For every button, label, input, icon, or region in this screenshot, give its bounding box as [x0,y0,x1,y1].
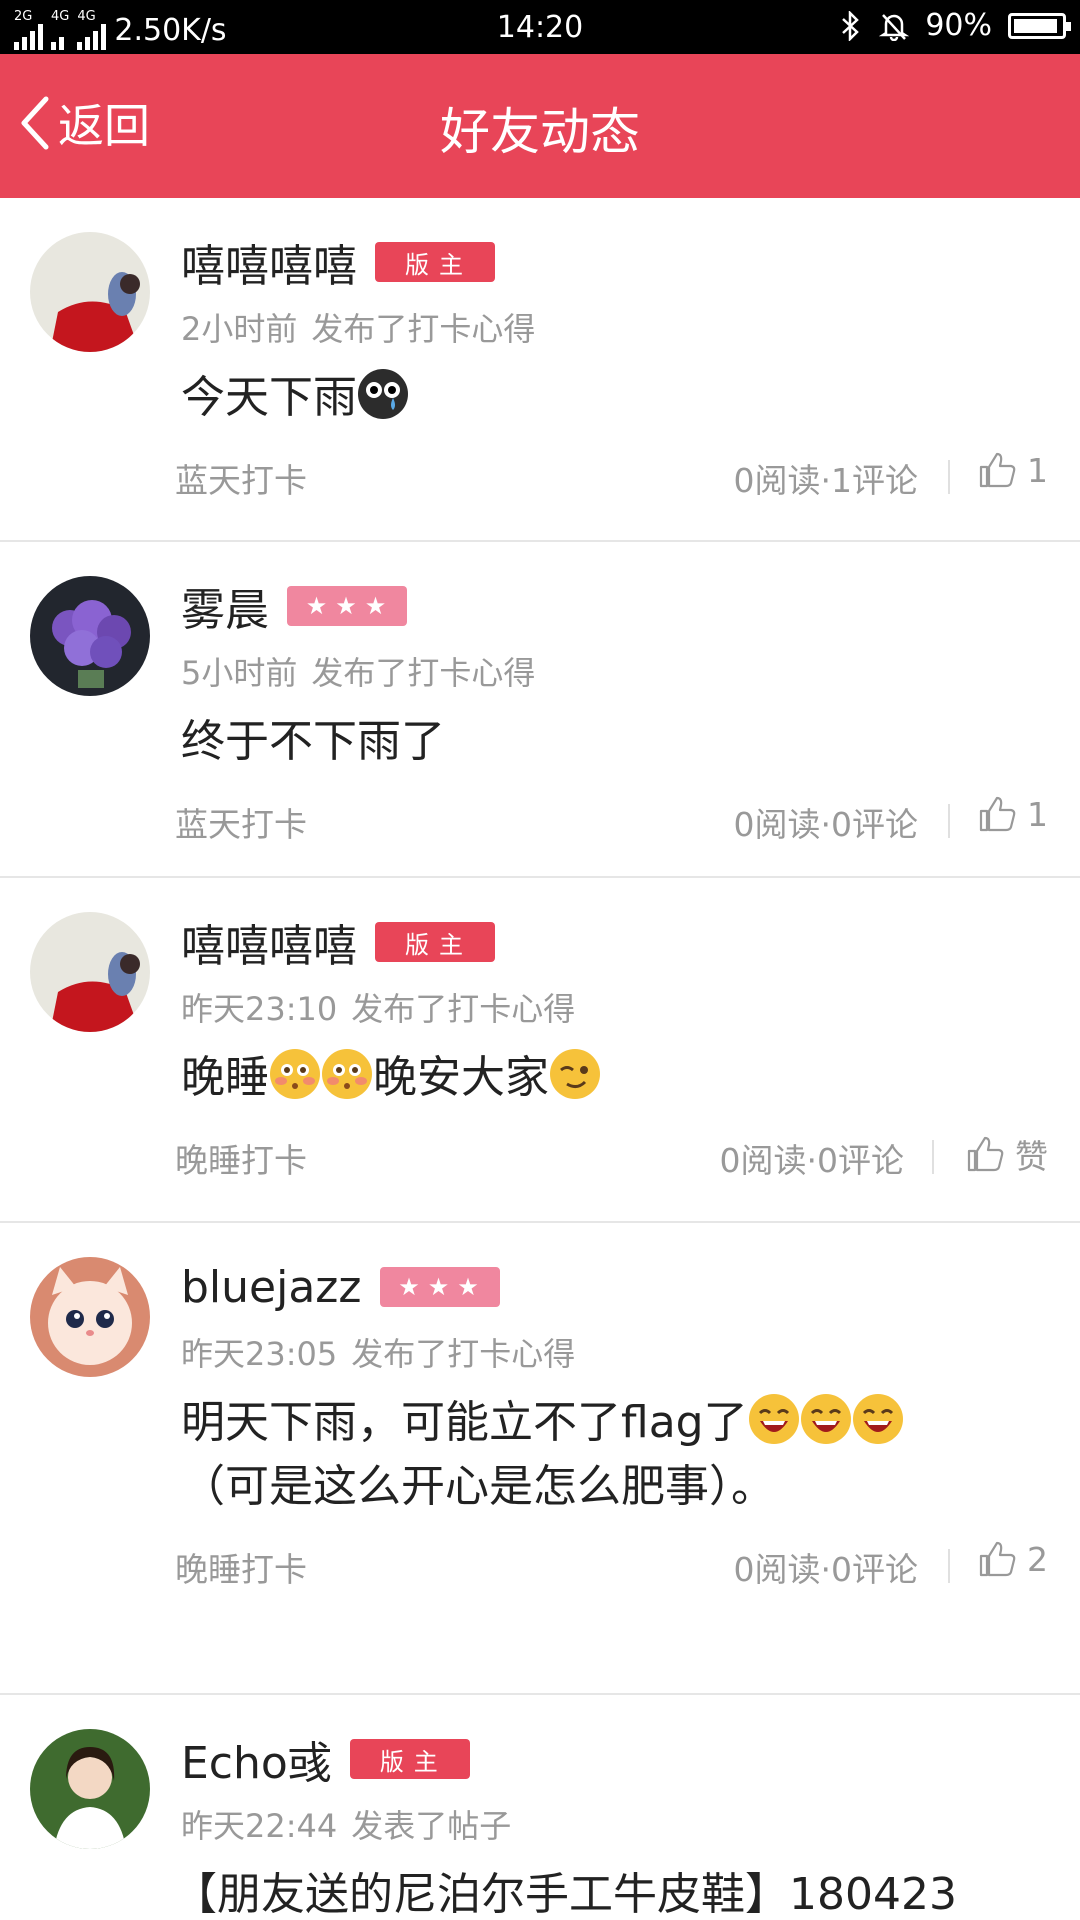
avatar-image [30,232,150,352]
thumbs-up-icon [979,1541,1016,1577]
post-time: 5小时前 [181,654,298,692]
user-name[interactable]: 嘻嘻嘻嘻 [181,910,357,974]
post-text[interactable]: 今天下雨 [181,366,1080,430]
like-button[interactable]: 2 [977,1539,1048,1579]
like-button[interactable]: 赞 [965,1130,1048,1178]
post-title[interactable]: 【朋友送的尼泊尔手工牛皮鞋】180423 [173,1863,1080,1920]
post-meta: 5小时前 发布了打卡心得 [181,648,1080,692]
post-meta: 昨天22:44 发表了帖子 [181,1801,1080,1845]
post-stats: 0阅读·0评论 [733,805,918,844]
page-title: 好友动态 [440,103,640,161]
post-stats: 0阅读·1评论 [733,461,918,500]
post-text-content: 终于不下雨了 [181,716,445,767]
bell-muted-icon [879,13,910,41]
post-text[interactable]: 晚睡 晚安大家 [181,1046,1080,1110]
thumbs-up-icon [979,796,1016,832]
battery-icon [1008,12,1071,39]
avatar[interactable] [30,912,150,1032]
like-count: 1 [1027,450,1048,490]
post-footer: 晚睡打卡 0阅读·0评论 赞 [175,1124,1080,1198]
avatar-image [30,1257,150,1377]
post-action: 发布了打卡心得 [351,990,576,1028]
divider [948,460,950,494]
winking-emoji [550,1049,600,1099]
like-button[interactable]: 1 [977,450,1048,490]
laughing-emoji [800,1394,851,1444]
avatar[interactable] [30,1257,150,1377]
post-text-content: （可是这么开心是怎么肥事）。 [181,1461,775,1512]
post-text[interactable]: 明天下雨，可能立不了flag了 （可是这么开心是怎么肥事）。 [181,1391,1080,1519]
user-name[interactable]: bluejazz [181,1262,362,1313]
post-footer: 蓝天打卡 0阅读·1评论 1 [175,444,1080,518]
admin-badge: 版主 [375,242,495,282]
like-button[interactable]: 1 [977,794,1048,834]
post-time: 2小时前 [181,310,298,348]
post-text-content: 晚安大家 [373,1052,549,1103]
feed-item[interactable]: 嘻嘻嘻嘻 版主 昨天23:10 发布了打卡心得 晚睡 晚安大家 晚睡打卡 0阅读·0… [0,878,1080,1223]
post-meta: 昨天23:10 发布了打卡心得 [181,984,1080,1028]
thumbs-up-icon [967,1136,1004,1172]
blushing-emoji [322,1049,372,1099]
post-action: 发布了打卡心得 [351,1335,576,1373]
user-name[interactable]: 嘻嘻嘻嘻 [181,230,357,294]
post-text-content: 明天下雨，可能立不了flag了 [181,1397,748,1448]
feed-item[interactable]: Echo彧 版主 昨天22:44 发表了帖子 【朋友送的尼泊尔手工牛皮鞋】1804… [0,1695,1080,1920]
post-tag[interactable]: 蓝天打卡 [175,454,307,502]
status-bar: 2G 4G 4G 2.50K/s 14:20 90% [0,0,1080,54]
avatar-image [30,912,150,1032]
feed-item[interactable]: bluejazz ★★★ 昨天23:05 发布了打卡心得 明天下雨，可能立不了fl… [0,1223,1080,1695]
post-tag[interactable]: 晚睡打卡 [175,1134,307,1182]
post-footer: 晚睡打卡 0阅读·0评论 2 [175,1533,1080,1607]
battery-percent: 90% [925,8,992,43]
laughing-emoji [852,1394,903,1444]
post-meta: 昨天23:05 发布了打卡心得 [181,1329,1080,1373]
like-count: 2 [1027,1539,1048,1579]
divider [932,1140,934,1174]
status-right: 90% [839,8,1071,43]
feed-list: 嘻嘻嘻嘻 版主 2小时前发布了打卡心得 今天下雨 蓝天打卡 0阅读·1评论 1 [0,198,1080,1920]
post-tag[interactable]: 蓝天打卡 [175,798,307,846]
user-name[interactable]: Echo彧 [181,1727,332,1791]
battery-fill [1014,18,1057,33]
post-stats: 0阅读·0评论 [733,1550,918,1589]
avatar[interactable] [30,576,150,696]
post-text[interactable]: 终于不下雨了 [181,710,1080,774]
avatar[interactable] [30,1729,150,1849]
post-tag[interactable]: 晚睡打卡 [175,1543,307,1591]
divider [948,1549,950,1583]
admin-badge: 版主 [375,922,495,962]
like-label: 赞 [1015,1137,1048,1176]
post-action: 发布了打卡心得 [311,310,536,348]
laughing-emoji [748,1394,799,1444]
avatar[interactable] [30,232,150,352]
post-footer: 蓝天打卡 0阅读·0评论 1 [175,788,1080,862]
star-badge: ★★★ [379,1267,500,1307]
like-count: 1 [1027,794,1048,834]
post-time: 昨天23:10 [181,990,338,1028]
post-text-content: 【朋友送的尼泊尔手工牛皮鞋】180423 [173,1869,957,1920]
feed-item[interactable]: 嘻嘻嘻嘻 版主 2小时前 发布了打卡心得 今天下雨 蓝天打卡 0阅读·1评论 1 [0,198,1080,542]
feed-item[interactable]: 雾晨 ★★★ 5小时前 发布了打卡心得 终于不下雨了 蓝天打卡 0阅读·0评论 1 [0,542,1080,878]
thumbs-up-icon [979,452,1016,488]
post-time: 昨天23:05 [181,1335,338,1373]
star-badge: ★★★ [287,586,407,626]
user-name[interactable]: 雾晨 [181,574,269,638]
post-action: 发表了帖子 [351,1807,512,1845]
post-time: 昨天22:44 [181,1807,338,1845]
bluetooth-icon [842,10,860,41]
post-text-content: 今天下雨 [181,372,357,423]
blushing-emoji [270,1049,320,1099]
avatar-image [30,576,150,696]
divider [948,804,950,838]
avatar-image [30,1729,150,1849]
app-header: 返回 好友动态 [0,54,1080,198]
post-text-content: 晚睡 [181,1052,269,1103]
post-meta: 2小时前 发布了打卡心得 [181,304,1080,348]
admin-badge: 版主 [349,1739,470,1779]
post-action: 发布了打卡心得 [311,654,536,692]
post-stats: 0阅读·0评论 [719,1141,904,1180]
crying-emoji [358,369,408,419]
